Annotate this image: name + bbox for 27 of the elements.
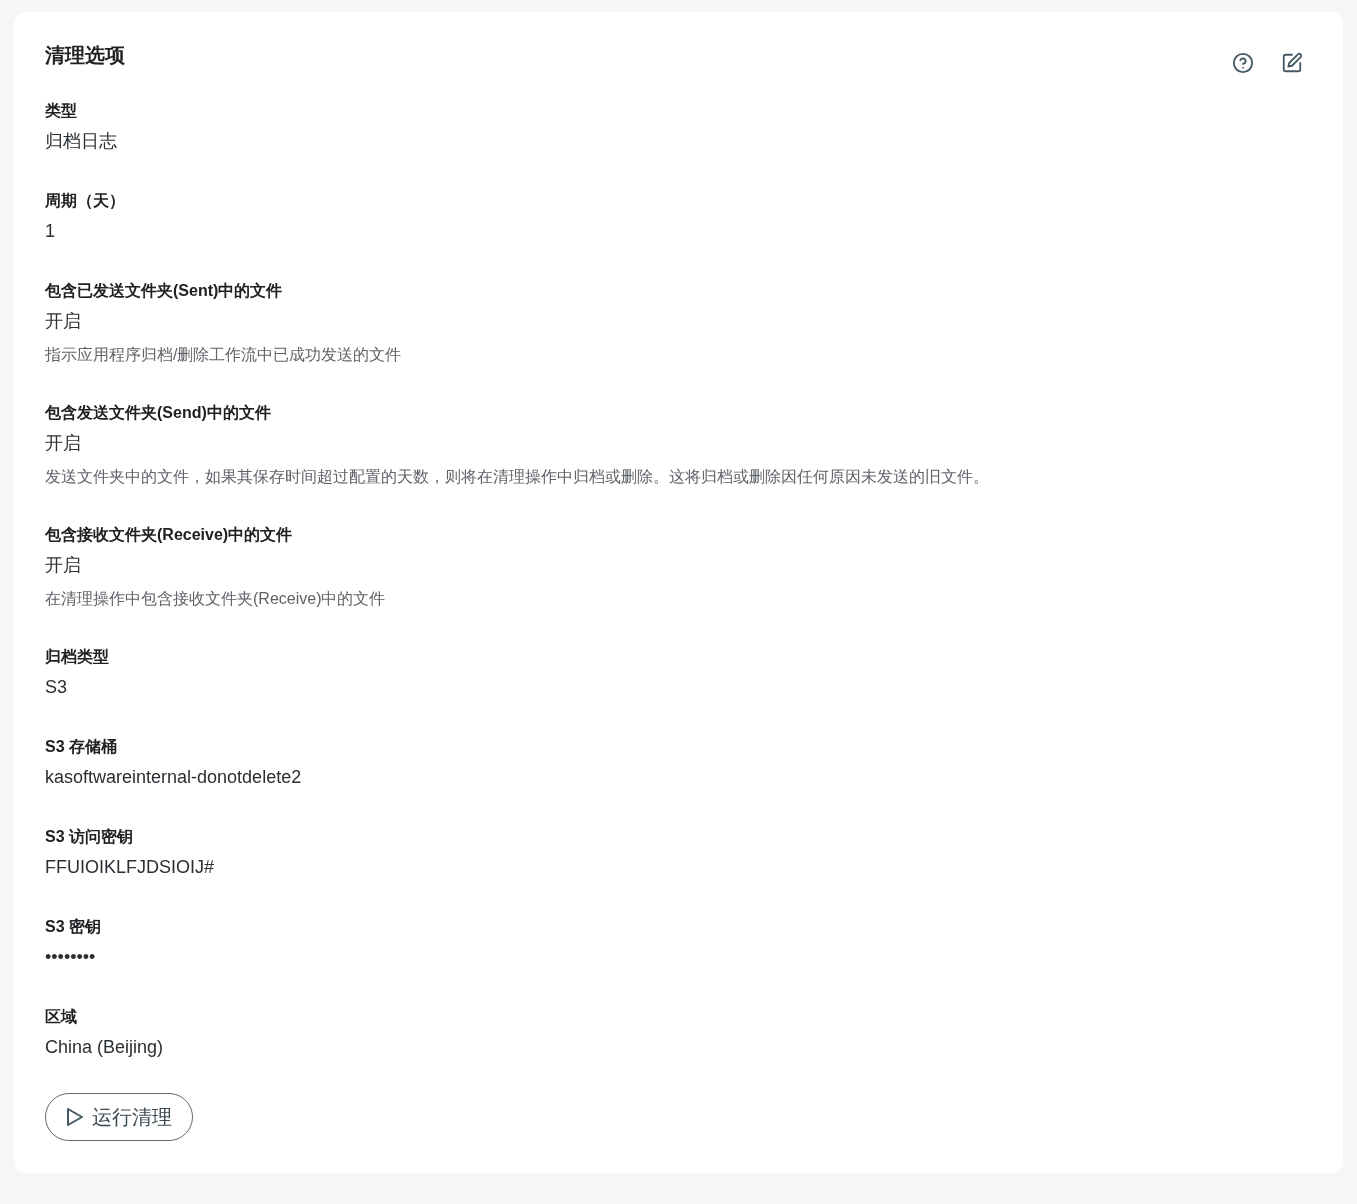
field-label: 归档类型 — [45, 647, 110, 667]
field-description: 发送文件夹中的文件，如果其保存时间超过配置的天数，则将在清理操作中归档或删除。这将归档或删除因任何原因未发送的旧文件。 — [45, 467, 990, 487]
field-label: 类型 — [45, 101, 78, 121]
field-label: S3 存储桶 — [45, 737, 118, 757]
field-value: FFUIOIKLFJDSIOIJ# — [45, 856, 216, 879]
field-value: China (Beijing) — [45, 1036, 165, 1059]
field-value: 开启 — [45, 554, 82, 577]
field-value: 开启 — [45, 432, 82, 455]
field-label: S3 密钥 — [45, 917, 102, 937]
field-value: 归档日志 — [45, 130, 118, 153]
field-label: 区域 — [45, 1007, 78, 1027]
field-value: 1 — [45, 220, 56, 243]
field-value: •••••••• — [45, 946, 97, 969]
panel-title: 清理选项 — [45, 43, 125, 68]
help-icon — [1232, 52, 1254, 74]
field-label: 包含发送文件夹(Send)中的文件 — [45, 403, 272, 423]
field-value: kasoftwareinternal-donotdelete2 — [45, 766, 303, 789]
field-value: 开启 — [45, 310, 82, 333]
edit-icon — [1281, 52, 1303, 74]
field-label: S3 访问密钥 — [45, 827, 134, 847]
field-label: 周期（天） — [45, 191, 126, 211]
play-icon — [66, 1107, 84, 1127]
field-value: S3 — [45, 676, 69, 699]
field-description: 在清理操作中包含接收文件夹(Receive)中的文件 — [45, 589, 387, 609]
field-label: 包含已发送文件夹(Sent)中的文件 — [45, 281, 284, 301]
field-label: 包含接收文件夹(Receive)中的文件 — [45, 525, 294, 545]
field-description: 指示应用程序归档/删除工作流中已成功发送的文件 — [45, 345, 403, 365]
